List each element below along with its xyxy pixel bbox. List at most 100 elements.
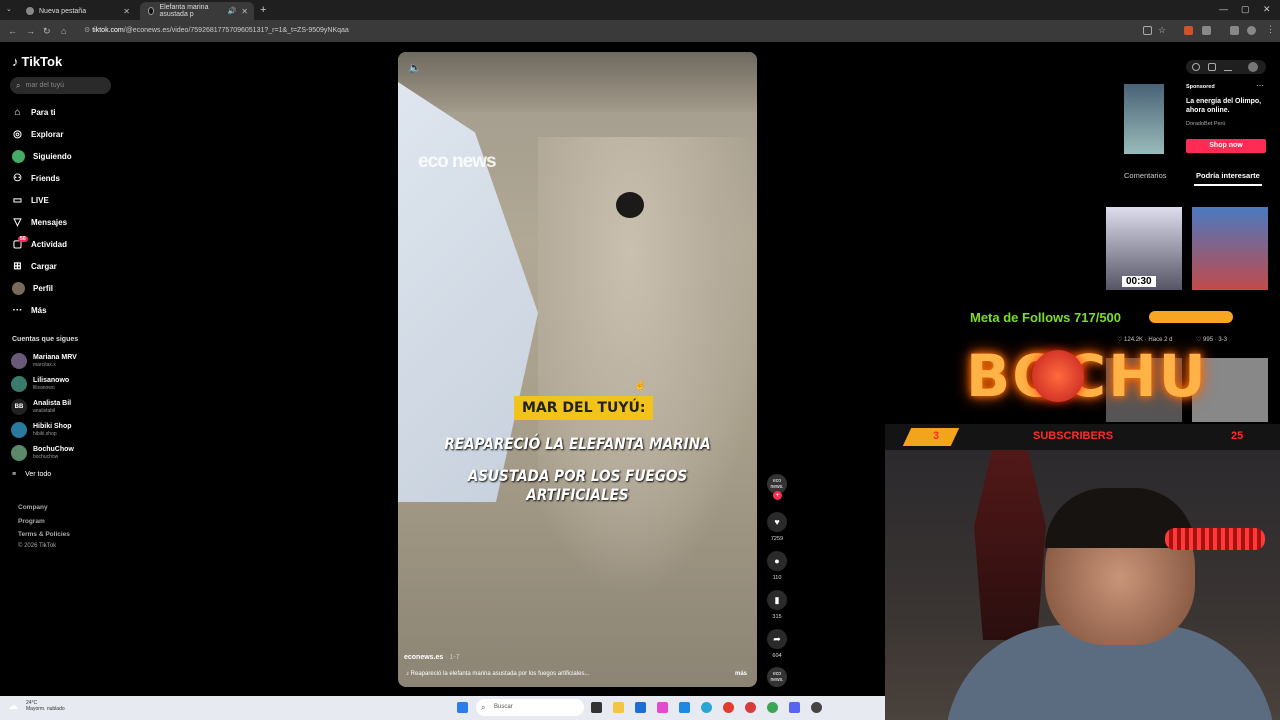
footer-link[interactable]: Terms & Policies (18, 531, 70, 538)
reload-icon[interactable]: ↻ (43, 26, 51, 37)
nav-perfil[interactable]: Perfil (12, 280, 53, 296)
nav-siguiendo[interactable]: Siguiendo (12, 148, 72, 164)
nav-actividad[interactable]: ▢ 50 Actividad (12, 235, 67, 252)
tab-label: Elefanta marina asustada p (159, 4, 209, 18)
webcam-mic-shape (1165, 528, 1265, 550)
windows-start-icon[interactable] (457, 702, 468, 713)
device-icon[interactable] (1208, 63, 1216, 71)
ad-thumbnail[interactable] (1124, 84, 1164, 154)
file-explorer-icon[interactable] (613, 702, 624, 713)
account-item[interactable]: Mariana MRV marcitax.x (11, 352, 77, 370)
tab-comentarios[interactable]: Comentarios (1124, 171, 1167, 180)
search-input[interactable]: ⌕ mar del tuyú (10, 77, 111, 94)
right-toolbar (1186, 60, 1266, 74)
footer-link[interactable]: Company (18, 504, 48, 511)
nav-mas[interactable]: ··· Más (12, 302, 47, 318)
ad-advertiser: DoradoBet Perú (1186, 121, 1226, 127)
account-item[interactable]: BB Analista Bil analistabil (11, 398, 71, 416)
avatar: BB (11, 399, 27, 415)
nav-para-ti[interactable]: ⌂ Para ti (12, 104, 55, 120)
ad-more-icon[interactable]: ··· (1256, 81, 1264, 90)
live-icon: ▭ (12, 194, 23, 206)
account-item[interactable]: BochuChow bochuchow (11, 444, 74, 462)
site-info-icon[interactable]: ⚙ (84, 27, 92, 34)
chrome-icon (26, 7, 34, 15)
menu-dots-icon[interactable]: ⋮ (1266, 24, 1275, 35)
download-icon[interactable] (1224, 63, 1232, 71)
friends-icon: ⚇ (13, 172, 22, 184)
tab-tiktok-video[interactable]: Elefanta marina asustada p 🔊 ✕ (140, 2, 254, 20)
tab-podria-interesarte[interactable]: Podría interesarte (1196, 171, 1260, 180)
more-icon: ··· (12, 304, 23, 316)
shop-now-button[interactable]: Shop now (1186, 139, 1266, 153)
store-icon[interactable] (635, 702, 646, 713)
follow-plus-icon[interactable]: + (773, 491, 782, 500)
search-icon: ⌕ (481, 703, 486, 712)
nav-friends[interactable]: ⚇ Friends (12, 170, 60, 186)
active-tab-indicator (1194, 184, 1262, 186)
new-tab-icon[interactable]: + (260, 4, 266, 16)
chrome-icon[interactable] (723, 702, 734, 713)
account-item[interactable]: Lilisanowo lilisanowo (11, 375, 69, 393)
forward-icon[interactable]: → (26, 26, 35, 36)
chrome-icon[interactable] (767, 702, 778, 713)
app-icon[interactable] (657, 702, 668, 713)
tab-new-tab[interactable]: Nueva pestaña ✕ (18, 2, 136, 20)
sponsored-label: Sponsored (1186, 84, 1215, 90)
account-item[interactable]: Hibiki Shop hibiki.shop (11, 421, 72, 439)
close-window-icon[interactable]: ✕ (1263, 4, 1271, 15)
task-view-icon[interactable] (591, 702, 602, 713)
save-button[interactable]: ▮ 315 (766, 590, 788, 620)
more-link[interactable]: más (735, 671, 747, 677)
video-player[interactable]: 🔈 eco news MAR DEL TUYÚ: REAPARECIÓ LA E… (398, 52, 757, 687)
maximize-icon[interactable]: ▢ (1241, 4, 1250, 15)
taskbar-search[interactable]: ⌕ Buscar (476, 699, 584, 716)
sound-disc[interactable]: eco news. (766, 667, 788, 687)
cast-icon[interactable] (1143, 26, 1152, 35)
url-field[interactable]: ⚙ tiktok.com/@econews.es/video/759268177… (84, 24, 1134, 38)
app-icon[interactable] (679, 702, 690, 713)
bookmark-icon: ▮ (767, 590, 787, 610)
nav-mensajes[interactable]: ▽ Mensajes (12, 214, 67, 230)
like-button[interactable]: ♥ 7259 (766, 512, 788, 542)
avatar (11, 376, 27, 392)
follow-goal-text: Meta de Follows 717/500 (970, 310, 1122, 325)
avatar (11, 422, 27, 438)
profile-avatar-icon[interactable] (1248, 62, 1258, 72)
edge-icon[interactable] (701, 702, 712, 713)
nav-explorar[interactable]: ◎ Explorar (12, 126, 63, 142)
avatar (11, 445, 27, 461)
share-button[interactable]: ➦ 604 (766, 629, 788, 659)
volume-icon[interactable]: 🔈 (408, 61, 422, 74)
comment-button[interactable]: ● 110 (766, 551, 788, 581)
media-control-icon[interactable] (1230, 26, 1239, 35)
minimize-icon[interactable]: — (1219, 4, 1228, 14)
compass-icon[interactable] (1192, 63, 1200, 71)
avatar (11, 353, 27, 369)
profile-icon (12, 281, 25, 295)
nav-cargar[interactable]: ⊞ Cargar (12, 258, 57, 274)
close-tab-icon[interactable]: ✕ (241, 7, 248, 16)
close-tab-icon[interactable]: ✕ (123, 7, 130, 16)
obs-icon[interactable] (811, 702, 822, 713)
extension-icon[interactable] (1184, 26, 1193, 35)
bell-icon: ▢ 50 (12, 235, 28, 250)
tiktok-logo[interactable]: ♪ TikTok (12, 54, 62, 69)
recommended-video-thumbnail[interactable] (1192, 207, 1268, 290)
bookmark-star-icon[interactable]: ☆ (1158, 25, 1166, 36)
profile-avatar-icon[interactable] (1247, 26, 1256, 35)
discord-icon[interactable] (789, 702, 800, 713)
weather-widget[interactable]: 24°C Mayorm. nublado (26, 700, 65, 712)
video-seal-eye (616, 192, 644, 218)
extensions-puzzle-icon[interactable] (1202, 26, 1211, 35)
tab-list-icon[interactable]: ⌄ (6, 5, 12, 13)
audio-playing-icon[interactable]: 🔊 (228, 7, 237, 15)
video-author[interactable]: econews.es · 1-7 (404, 654, 460, 661)
nav-live[interactable]: ▭ LIVE (12, 192, 49, 208)
back-icon[interactable]: ← (8, 26, 17, 36)
home-icon[interactable]: ⌂ (61, 26, 66, 36)
video-description: ♪ Reapareció la elefanta marina asustada… (406, 671, 590, 677)
chrome-icon[interactable] (745, 702, 756, 713)
see-all-link[interactable]: ≡ Ver todo (12, 471, 51, 478)
footer-link[interactable]: Program (18, 518, 45, 525)
